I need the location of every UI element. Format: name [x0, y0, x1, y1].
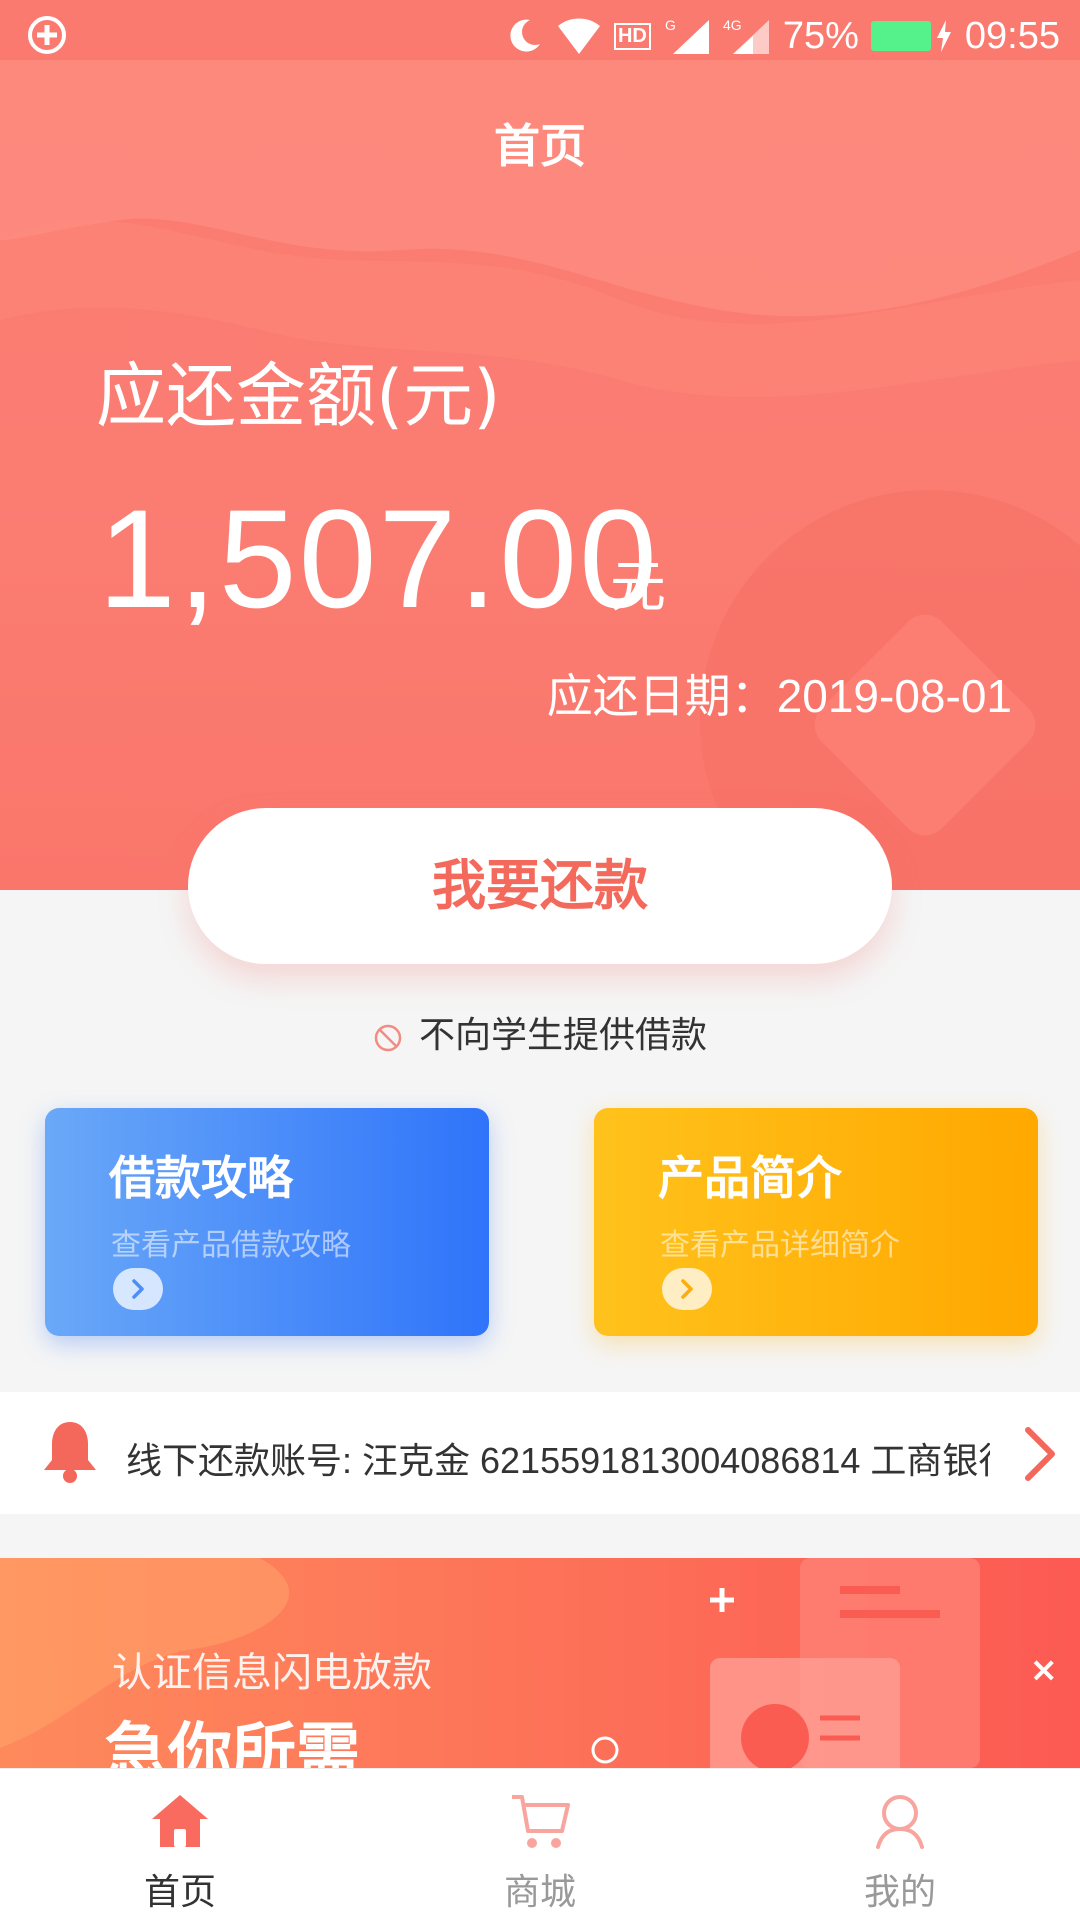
section-divider	[0, 1514, 1080, 1534]
hero-header: HD G 4G 75% 09:55 首页 应还金额(元) 1,507.00 元 …	[0, 0, 1080, 890]
battery-percent: 75%	[782, 14, 859, 57]
signal-4g-label: 4G	[723, 17, 742, 33]
nav-label-home: 首页	[143, 1872, 216, 1913]
close-icon[interactable]: ×	[1030, 1650, 1059, 1690]
wifi-icon	[556, 16, 602, 56]
loan-guide-title: 借款攻略	[109, 1151, 293, 1205]
amount-due-value: 1,507.00	[98, 480, 659, 637]
loan-guide-subtitle: 查看产品借款攻略	[111, 1228, 351, 1263]
chevron-right-icon[interactable]	[662, 1268, 712, 1310]
clock: 09:55	[964, 14, 1060, 57]
offline-account-text: 线下还款账号: 汪克金 6215591813004086814 工商银行	[126, 1440, 990, 1481]
nav-item-mine[interactable]: 我的	[720, 1769, 1080, 1920]
no-student-loans-notice: 不向学生提供借款	[0, 1006, 1080, 1062]
chevron-right-icon[interactable]	[113, 1268, 163, 1310]
chevron-right-icon[interactable]	[1020, 1424, 1060, 1488]
banner-title: 急你所需	[104, 1717, 360, 1768]
nav-label-mine: 我的	[863, 1872, 936, 1913]
due-date: 应还日期：2019-08-01	[547, 660, 1012, 726]
promo-banner[interactable]: 认证信息闪电放款 急你所需 ×	[0, 1558, 1080, 1768]
product-intro-subtitle: 查看产品详细简介	[660, 1228, 900, 1263]
moon-icon	[504, 16, 544, 56]
offline-account-notice[interactable]: 线下还款账号: 汪克金 6215591813004086814 工商银行	[0, 1392, 1080, 1514]
hd-indicator: HD	[613, 22, 651, 50]
nav-label-shop: 商城	[503, 1872, 576, 1913]
signal-4g-icon: 4G	[723, 16, 771, 56]
bottom-navigation: 首页 商城 我的	[0, 1768, 1080, 1920]
banner-subtitle: 认证信息闪电放款	[112, 1650, 432, 1696]
repay-button[interactable]: 我要还款	[188, 808, 892, 964]
app-notification-icon	[26, 14, 68, 60]
status-bar: HD G 4G 75% 09:55	[0, 0, 1080, 72]
page-title: 首页	[494, 119, 586, 173]
loan-guide-card[interactable]: 借款攻略 查看产品借款攻略	[45, 1108, 489, 1336]
signal-g-label: G	[665, 17, 676, 33]
product-intro-card[interactable]: 产品简介 查看产品详细简介	[594, 1108, 1038, 1336]
due-date-label: 应还日期：	[546, 670, 777, 722]
home-icon	[148, 1791, 212, 1855]
amount-unit: 元	[610, 555, 666, 620]
bell-icon	[42, 1418, 98, 1488]
nav-item-home[interactable]: 首页	[0, 1769, 360, 1920]
due-date-value: 2019-08-01	[776, 670, 1012, 722]
amount-due-label: 应还金额(元)	[96, 355, 501, 437]
notice-text: 不向学生提供借款	[418, 1015, 707, 1056]
nav-item-shop[interactable]: 商城	[360, 1769, 720, 1920]
user-icon	[868, 1791, 932, 1855]
product-intro-title: 产品简介	[658, 1151, 842, 1205]
ban-icon	[373, 1021, 403, 1062]
battery-icon	[870, 20, 953, 52]
signal-g-icon: G	[663, 16, 711, 56]
cart-icon	[508, 1791, 572, 1855]
